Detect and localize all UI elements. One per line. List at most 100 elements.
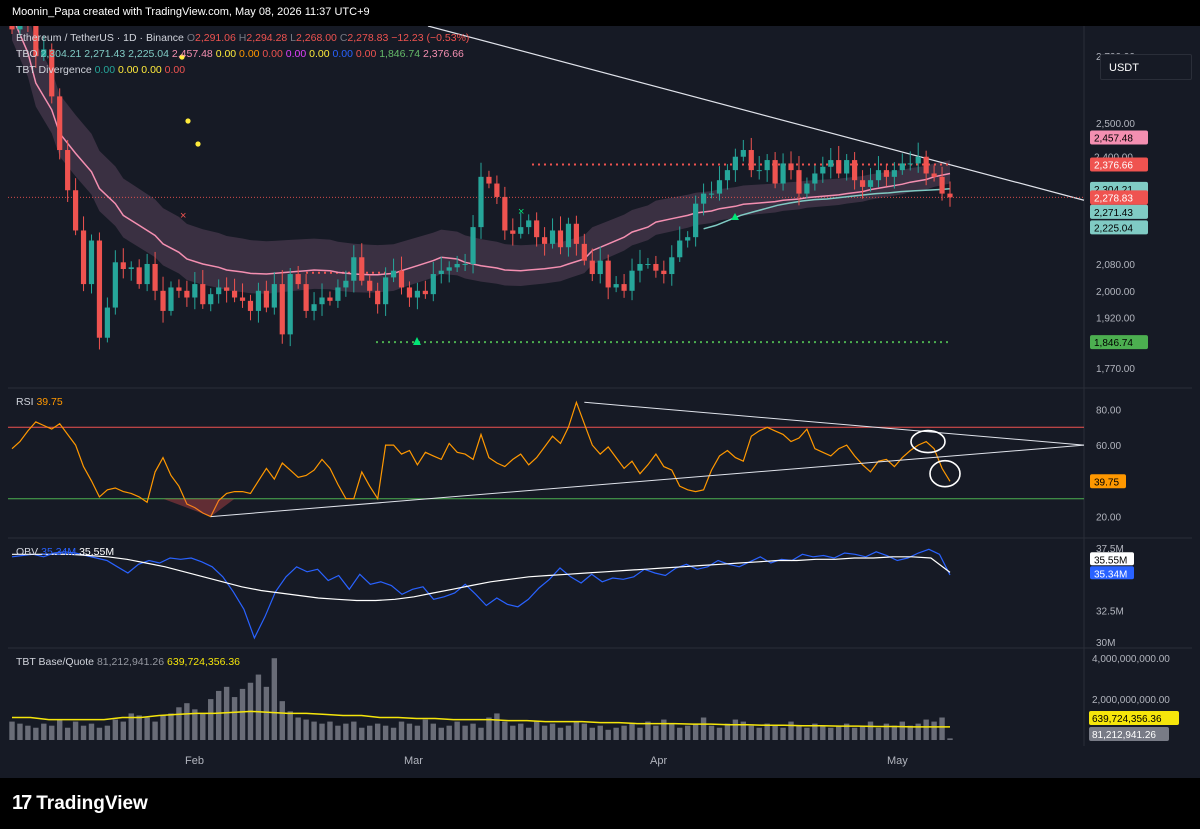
base-quote-pane xyxy=(9,658,953,740)
volume-bar xyxy=(168,713,174,740)
candle-body xyxy=(152,263,158,291)
symbol-label: Ethereum / TetherUS · 1D · Binance xyxy=(16,32,184,44)
volume-bar xyxy=(239,688,246,740)
candle-body xyxy=(653,263,659,271)
volume-bar xyxy=(772,725,778,740)
volume-bar xyxy=(939,717,945,740)
volume-bar xyxy=(494,713,500,740)
volume-bar xyxy=(319,723,325,740)
candle-body xyxy=(430,274,436,295)
candle-body xyxy=(398,270,405,288)
volume-bar xyxy=(25,725,31,740)
volume-bar xyxy=(104,725,111,740)
candle-body xyxy=(549,230,556,244)
price-tick-label: 2,080.00 xyxy=(1096,260,1135,271)
volume-bar xyxy=(692,723,699,740)
candle-body xyxy=(168,287,174,311)
candle-body xyxy=(57,96,63,151)
volume-bar xyxy=(549,723,556,740)
bq-tick-label: 2,000,000,000.00 xyxy=(1092,695,1170,706)
candle-body xyxy=(271,284,277,308)
candle-body xyxy=(303,284,309,311)
candle-body xyxy=(263,290,269,308)
tbo-value: 2,457.48 xyxy=(168,48,213,60)
candle-body xyxy=(541,237,548,244)
volume-bar xyxy=(470,723,476,740)
volume-bar xyxy=(661,719,667,740)
candle-body xyxy=(859,180,866,187)
candle-body xyxy=(136,267,142,285)
volume-bar xyxy=(899,721,906,740)
candle-body xyxy=(200,284,206,305)
volume-bar xyxy=(820,725,826,740)
candle-body xyxy=(470,227,476,264)
tbo-value: 0.00 xyxy=(329,48,353,60)
volume-bar xyxy=(112,719,119,740)
chart-stage[interactable]: ×× 2,700.002,500.002,080.002,000.001,920… xyxy=(8,0,1192,778)
trendline xyxy=(427,25,1085,201)
rsi-tick-label: 80.00 xyxy=(1096,405,1121,416)
candle-body xyxy=(478,176,484,228)
candle-body xyxy=(208,294,214,305)
currency-button[interactable]: USDT xyxy=(1100,54,1192,80)
candle-body xyxy=(685,237,691,241)
tradingview-logo[interactable]: 17 TradingView xyxy=(12,792,148,815)
tradingview-logo-icon: 17 xyxy=(12,792,32,814)
divergence-value: 0.00 xyxy=(94,64,116,76)
volume-bar xyxy=(64,727,71,740)
candle-body xyxy=(231,290,238,298)
volume-bar xyxy=(144,717,150,740)
candle-body xyxy=(438,270,444,275)
main-legend: Ethereum / TetherUS · 1D · Binance O2,29… xyxy=(16,32,470,44)
tbo-value: 0.00 xyxy=(352,48,377,60)
volume-bar xyxy=(804,727,810,740)
divergence-legend: TBT Divergence 0.00 0.00 0.00 0.00 xyxy=(16,64,185,76)
candle-body xyxy=(836,160,842,174)
candle-body xyxy=(17,2,23,30)
divergence-value: 0.00 xyxy=(115,64,139,76)
volume-bar xyxy=(406,723,413,740)
candle-body xyxy=(359,257,365,281)
price-tick-label: 1,770.00 xyxy=(1096,364,1135,375)
volume-bar xyxy=(557,727,564,740)
volume-bar xyxy=(390,727,397,740)
volume-bar xyxy=(764,723,770,740)
price-tag-label: 1,846.74 xyxy=(1094,338,1133,349)
footer-bar: 17 TradingView xyxy=(0,778,1200,829)
price-tag-label: 2,271.43 xyxy=(1094,208,1133,219)
rsi-tag-label: 39.75 xyxy=(1094,477,1119,488)
axes: 2,700.002,500.002,080.002,000.001,920.00… xyxy=(185,52,1179,767)
volume-bar xyxy=(875,727,882,740)
buy-signal-marker xyxy=(413,337,421,345)
volume-bar xyxy=(208,699,214,740)
volume-bar xyxy=(382,725,389,740)
volume-bar xyxy=(684,725,691,740)
bq-value: 81,212,941.26 xyxy=(96,656,165,668)
candle-body xyxy=(844,160,850,174)
tbo-value: 2,376.66 xyxy=(420,48,464,60)
candle-body xyxy=(422,290,428,295)
volume-bar xyxy=(677,727,683,740)
volume-bar xyxy=(88,723,95,740)
candle-body xyxy=(112,262,118,308)
volume-bar xyxy=(398,721,405,740)
candle-body xyxy=(899,163,905,171)
obv-ma-tag-label: 35.55M xyxy=(1094,555,1127,566)
attribution-bar: Moonin_Papa created with TradingView.com… xyxy=(0,0,1200,26)
rsi-line xyxy=(11,400,951,518)
volume-bar xyxy=(931,721,937,740)
candle-body xyxy=(343,280,349,288)
candle-body xyxy=(216,287,222,295)
volume-bar xyxy=(303,719,309,740)
divergence-value: 0.00 xyxy=(161,64,186,76)
candle-body xyxy=(645,263,651,265)
candle-body xyxy=(867,180,874,187)
candle-body xyxy=(605,260,611,288)
volume-bar xyxy=(33,727,39,740)
volume-bar xyxy=(947,738,953,740)
candle-body xyxy=(454,263,460,268)
candle-body xyxy=(820,166,826,174)
volume-bar xyxy=(215,690,222,740)
candle-body xyxy=(72,190,79,231)
tbo-value: 0.00 xyxy=(282,48,307,60)
